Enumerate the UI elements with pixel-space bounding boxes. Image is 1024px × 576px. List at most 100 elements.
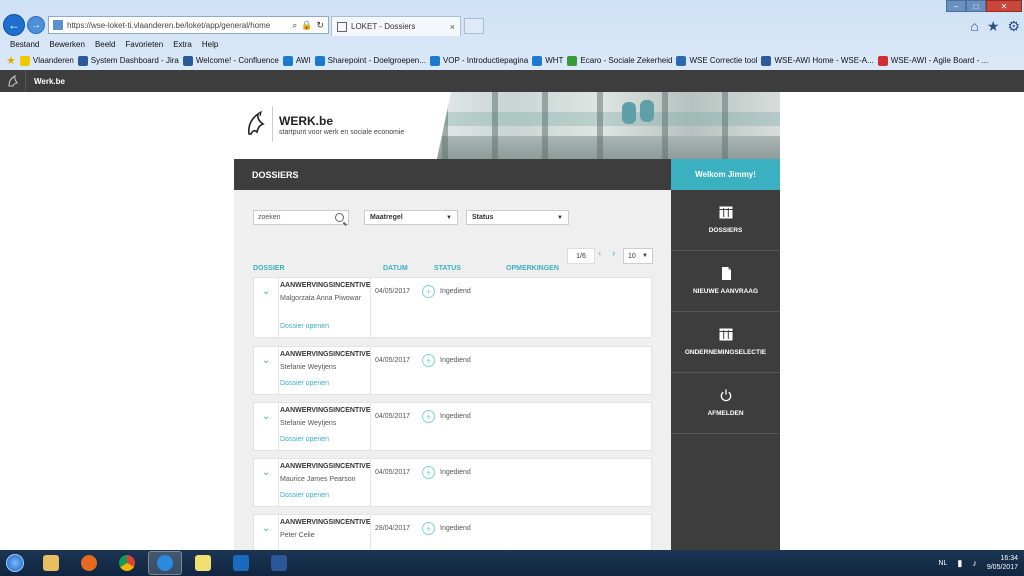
dossier-open-link[interactable]: Dossier openen — [280, 492, 329, 499]
search-input[interactable]: zoeken — [253, 210, 349, 225]
address-bar[interactable]: https://wse-loket-ti.vlaanderen.be/loket… — [48, 16, 329, 34]
banner-subtitle: startpunt voor werk en sociale economie — [279, 129, 405, 136]
next-page-icon[interactable]: › — [612, 248, 615, 259]
volume-icon[interactable]: ♪ — [972, 558, 977, 568]
chevron-down-icon: ▼ — [557, 214, 563, 221]
lock-icon[interactable]: 🔒 — [301, 20, 312, 31]
column-header-dossier[interactable]: DOSSIER — [253, 265, 285, 272]
home-icon[interactable]: ⌂ — [970, 18, 978, 35]
taskbar-word[interactable] — [262, 551, 296, 575]
dossiers-icon — [719, 206, 732, 219]
plus-circle-icon: + — [422, 466, 435, 479]
maatregel-label: Maatregel — [370, 214, 403, 221]
chevron-down-icon[interactable]: ⌄ — [262, 467, 270, 478]
favorite-item[interactable]: System Dashboard - Jira — [77, 55, 179, 66]
status-select[interactable]: Status ▼ — [466, 210, 569, 225]
dossier-name: Maurice James Pearson — [280, 476, 356, 483]
system-tray: NL ▮ ♪ 16:34 9/05/2017 — [938, 550, 1018, 576]
tab-loket-dossiers[interactable]: LOKET - Dossiers × — [331, 16, 461, 36]
taskbar-explorer[interactable] — [34, 551, 68, 575]
lion-logo-icon[interactable] — [0, 70, 26, 92]
navigation-row: ← → https://wse-loket-ti.vlaanderen.be/l… — [0, 12, 1024, 38]
site-name[interactable]: Werk.be — [34, 77, 65, 86]
dossier-date: 04/05/2017 — [375, 288, 411, 295]
sidebar-item-dossiers[interactable]: DOSSIERS — [671, 190, 780, 251]
search-icon[interactable] — [335, 213, 344, 222]
dossier-open-link[interactable]: Dossier openen — [280, 380, 329, 387]
plus-circle-icon: + — [422, 285, 435, 298]
back-button[interactable]: ← — [3, 14, 25, 36]
favorite-item[interactable]: Welcome! - Confluence — [182, 55, 279, 66]
star-icon[interactable]: ★ — [987, 18, 1000, 35]
chevron-down-icon[interactable]: ⌄ — [262, 411, 270, 422]
dossier-type: AANWERVINGSINCENTIVE — [280, 351, 371, 358]
close-button[interactable]: ✕ — [986, 0, 1022, 12]
menu-beeld[interactable]: Beeld — [95, 40, 115, 49]
previous-page-icon[interactable]: ‹ — [598, 248, 601, 259]
per-page-value: 10 — [628, 252, 636, 260]
dossier-name: Stefanie Weytjens — [280, 364, 337, 371]
favorite-item[interactable]: WSE-AWI Home - WSE-A... — [761, 55, 874, 66]
per-page-select[interactable]: 10 ▼ — [623, 248, 653, 264]
banner-divider — [272, 106, 273, 142]
taskbar-notes[interactable] — [186, 551, 220, 575]
taskbar-internet-explorer[interactable] — [148, 551, 182, 575]
site-top-bar: Werk.be — [0, 70, 1024, 92]
table-row: ⌄ AANWERVINGSINCENTIVE Maurice James Pea… — [253, 458, 652, 507]
favorite-icon — [567, 55, 578, 66]
chevron-down-icon[interactable]: ⌄ — [262, 286, 270, 297]
favorites-star-icon[interactable]: ★ — [6, 54, 16, 67]
menu-extra[interactable]: Extra — [173, 40, 192, 49]
sidebar-item-afmelden[interactable]: AFMELDEN — [671, 373, 780, 434]
search-placeholder: zoeken — [258, 214, 281, 221]
taskbar-outlook[interactable] — [224, 551, 258, 575]
menu-help[interactable]: Help — [202, 40, 218, 49]
dossier-name: Peter Celie — [280, 532, 315, 539]
tab-close-icon[interactable]: × — [450, 22, 455, 32]
chevron-down-icon[interactable]: ⌄ — [262, 523, 270, 534]
favorite-item[interactable]: AWI — [282, 55, 311, 66]
forward-button[interactable]: → — [27, 16, 45, 34]
dossier-type: AANWERVINGSINCENTIVE — [280, 407, 371, 414]
refresh-icon[interactable]: ↻ — [316, 20, 324, 31]
dossier-open-link[interactable]: Dossier openen — [280, 323, 329, 330]
column-header-datum[interactable]: DATUM — [383, 265, 408, 272]
taskbar-chrome[interactable] — [110, 551, 144, 575]
favorite-item[interactable]: WSE-AWI - Agile Board - ... — [877, 55, 988, 66]
favorite-item[interactable]: WSE Correctie tool — [676, 55, 757, 66]
building-icon — [719, 328, 732, 341]
media-player-icon — [81, 555, 97, 571]
table-row: ⌄ AANWERVINGSINCENTIVE Peter Celie 28/04… — [253, 514, 652, 550]
clock[interactable]: 16:34 9/05/2017 — [987, 554, 1018, 572]
sidebar-item-ondernemingselectie[interactable]: ONDERNEMINGSELECTIE — [671, 312, 780, 373]
taskbar-media-player[interactable] — [72, 551, 106, 575]
favorite-item[interactable]: Vlaanderen — [19, 55, 74, 66]
minimize-button[interactable]: – — [946, 0, 966, 12]
browser-right-icons: ⌂ ★ ⚙ — [970, 18, 1020, 35]
favorite-item[interactable]: WHT — [532, 55, 563, 66]
sidebar-item-nieuwe-aanvraag[interactable]: NIEUWE AANVRAAG — [671, 251, 780, 312]
search-icon[interactable]: ⌕ — [292, 20, 297, 31]
windows-icon — [6, 554, 24, 572]
language-indicator[interactable]: NL — [938, 560, 947, 567]
gear-icon[interactable]: ⚙ — [1007, 18, 1020, 35]
favorite-item[interactable]: Sharepoint - Doelgroepen... — [314, 55, 426, 66]
address-url[interactable]: https://wse-loket-ti.vlaanderen.be/loket… — [67, 21, 292, 30]
menu-favorieten[interactable]: Favorieten — [125, 40, 163, 49]
menu-bewerken[interactable]: Bewerken — [49, 40, 85, 49]
chevron-down-icon[interactable]: ⌄ — [262, 355, 270, 366]
maatregel-select[interactable]: Maatregel ▼ — [364, 210, 458, 225]
column-header-status[interactable]: STATUS — [434, 265, 461, 272]
favorite-item[interactable]: VOP - Introductiepagina — [429, 55, 528, 66]
network-icon[interactable]: ▮ — [957, 558, 962, 569]
header-banner: WERK.be startpunt voor werk en sociale e… — [234, 92, 780, 159]
maximize-button[interactable]: □ — [966, 0, 986, 12]
start-button[interactable] — [0, 550, 30, 576]
column-header-opmerkingen[interactable]: OPMERKINGEN — [506, 265, 559, 272]
browser-chrome: – □ ✕ ← → https://wse-loket-ti.vlaandere… — [0, 0, 1024, 70]
dossier-open-link[interactable]: Dossier openen — [280, 436, 329, 443]
window-controls: – □ ✕ — [946, 0, 1022, 12]
menu-bestand[interactable]: Bestand — [10, 40, 39, 49]
new-tab-button[interactable] — [464, 18, 484, 34]
favorite-item[interactable]: Ecaro - Sociale Zekerheid — [567, 55, 672, 66]
